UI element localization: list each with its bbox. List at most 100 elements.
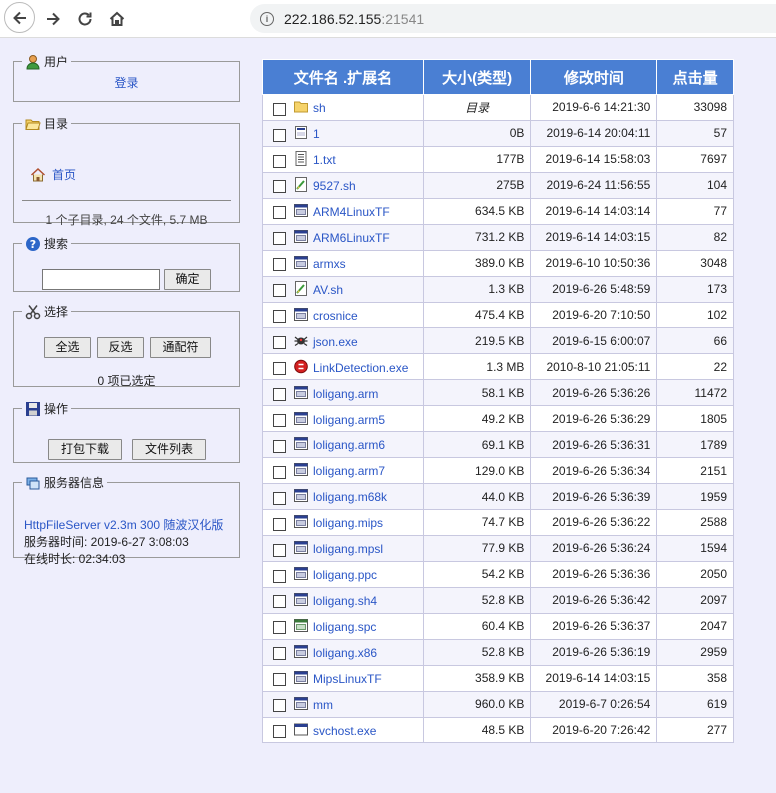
file-link[interactable]: svchost.exe bbox=[313, 724, 376, 738]
binary-icon bbox=[294, 307, 308, 322]
reload-button[interactable] bbox=[70, 4, 100, 34]
table-row: MipsLinuxTF 358.9 KB 2019-6-14 14:03:15 358 bbox=[262, 664, 734, 692]
file-link[interactable]: loligang.ppc bbox=[313, 568, 377, 582]
table-row: loligang.arm6 69.1 KB 2019-6-26 5:36:31 178… bbox=[262, 431, 734, 459]
home-link[interactable]: 首页 bbox=[52, 166, 76, 183]
home-link-row[interactable]: 首页 bbox=[30, 166, 76, 183]
row-checkbox[interactable] bbox=[273, 310, 286, 324]
file-link[interactable]: loligang.mpsl bbox=[313, 542, 383, 556]
row-checkbox[interactable] bbox=[273, 569, 286, 583]
modified-cell: 2019-6-24 11:56:55 bbox=[530, 171, 658, 199]
file-link[interactable]: crosnice bbox=[313, 309, 358, 323]
file-link[interactable]: loligang.arm5 bbox=[313, 413, 385, 427]
search-submit-button[interactable]: 确定 bbox=[164, 269, 211, 290]
row-checkbox[interactable] bbox=[273, 413, 286, 427]
server-time: 服务器时间: 2019-6-27 3:08:03 bbox=[24, 535, 189, 549]
file-link[interactable]: AV.sh bbox=[313, 283, 343, 297]
column-header-hits[interactable]: 点击量 bbox=[656, 59, 734, 95]
row-checkbox[interactable] bbox=[273, 258, 286, 272]
address-bar[interactable]: i 222.186.52.155:21541 bbox=[250, 4, 776, 33]
back-button[interactable] bbox=[4, 2, 35, 33]
table-row: loligang.x86 52.8 KB 2019-6-26 5:36:19 2959 bbox=[262, 638, 734, 666]
row-checkbox[interactable] bbox=[273, 336, 286, 350]
row-checkbox[interactable] bbox=[273, 439, 286, 453]
file-link[interactable]: loligang.arm6 bbox=[313, 438, 385, 452]
file-link[interactable]: ARM4LinuxTF bbox=[313, 205, 390, 219]
bug-icon bbox=[294, 333, 308, 348]
row-checkbox[interactable] bbox=[273, 491, 286, 505]
file-link[interactable]: armxs bbox=[313, 257, 346, 271]
row-checkbox[interactable] bbox=[273, 102, 286, 116]
server-version-link[interactable]: HttpFileServer v2.3m 300 随波汉化版 bbox=[24, 517, 223, 534]
name-cell: mm bbox=[262, 690, 424, 718]
size-cell: 44.0 KB bbox=[422, 483, 532, 510]
row-checkbox[interactable] bbox=[273, 362, 286, 375]
wildcard-select-button[interactable]: 通配符 bbox=[150, 337, 211, 358]
file-link[interactable]: loligang.spc bbox=[313, 620, 376, 634]
column-header-name[interactable]: 文件名 .扩展名 bbox=[262, 59, 424, 95]
modified-cell: 2019-6-20 7:26:42 bbox=[530, 716, 658, 744]
invert-selection-button[interactable]: 反选 bbox=[97, 337, 144, 358]
select-all-button[interactable]: 全选 bbox=[44, 337, 91, 358]
row-checkbox[interactable] bbox=[273, 154, 286, 168]
binary-icon bbox=[294, 592, 308, 607]
home-button[interactable] bbox=[102, 4, 132, 34]
url-host: 222.186.52.155 bbox=[284, 10, 382, 27]
row-checkbox[interactable] bbox=[273, 232, 286, 246]
row-checkbox[interactable] bbox=[273, 206, 286, 220]
file-link[interactable]: MipsLinuxTF bbox=[313, 672, 382, 686]
row-checkbox[interactable] bbox=[273, 180, 286, 194]
column-header-size[interactable]: 大小(类型) bbox=[422, 59, 532, 95]
column-header-modified[interactable]: 修改时间 bbox=[530, 59, 658, 95]
row-checkbox[interactable] bbox=[273, 725, 286, 739]
file-link[interactable]: loligang.sh4 bbox=[313, 594, 377, 608]
row-checkbox[interactable] bbox=[273, 595, 286, 609]
file-link[interactable]: 9527.sh bbox=[313, 179, 356, 193]
row-checkbox[interactable] bbox=[273, 128, 286, 142]
row-checkbox[interactable] bbox=[273, 647, 286, 661]
login-link[interactable]: 登录 bbox=[114, 76, 138, 90]
file-link[interactable]: LinkDetection.exe bbox=[313, 361, 408, 375]
table-row: loligang.m68k 44.0 KB 2019-6-26 5:36:39 195… bbox=[262, 483, 734, 510]
modified-cell: 2019-6-26 5:36:22 bbox=[530, 509, 658, 536]
download-zip-button[interactable]: 打包下载 bbox=[48, 439, 122, 460]
size-cell: 69.1 KB bbox=[422, 431, 532, 459]
file-link[interactable]: loligang.arm7 bbox=[313, 464, 385, 478]
modified-cell: 2019-6-26 5:36:24 bbox=[530, 534, 658, 562]
file-link[interactable]: loligang.mips bbox=[313, 516, 383, 530]
file-link[interactable]: loligang.x86 bbox=[313, 646, 377, 660]
arrow-left-icon bbox=[12, 11, 26, 24]
size-cell: 60.4 KB bbox=[422, 612, 532, 640]
size-cell: 358.9 KB bbox=[422, 664, 532, 692]
file-link[interactable]: loligang.arm bbox=[313, 387, 378, 401]
file-link[interactable]: mm bbox=[313, 698, 333, 712]
script-icon bbox=[294, 177, 308, 193]
modified-cell: 2019-6-26 5:36:19 bbox=[530, 638, 658, 666]
size-cell: 129.0 KB bbox=[422, 457, 532, 485]
forward-button[interactable] bbox=[38, 4, 68, 34]
size-cell: 58.1 KB bbox=[422, 379, 532, 407]
server-info-panel-legend: 服务器信息 bbox=[22, 474, 107, 491]
info-icon[interactable]: i bbox=[260, 11, 274, 26]
row-checkbox[interactable] bbox=[273, 621, 286, 635]
binary-icon bbox=[294, 411, 308, 426]
row-checkbox[interactable] bbox=[273, 284, 286, 298]
hits-cell: 277 bbox=[656, 716, 734, 744]
row-checkbox[interactable] bbox=[273, 465, 286, 479]
file-link[interactable]: loligang.m68k bbox=[313, 490, 387, 504]
table-row: ARM6LinuxTF 731.2 KB 2019-6-14 14:03:15 82 bbox=[262, 223, 734, 251]
file-list-button[interactable]: 文件列表 bbox=[132, 439, 206, 460]
file-link[interactable]: 1 bbox=[313, 127, 320, 141]
row-checkbox[interactable] bbox=[273, 387, 286, 401]
row-checkbox[interactable] bbox=[273, 699, 286, 713]
search-input[interactable] bbox=[42, 269, 160, 290]
file-link[interactable]: 1.txt bbox=[313, 153, 336, 167]
file-link[interactable]: sh bbox=[313, 101, 326, 115]
hits-cell: 2047 bbox=[656, 612, 734, 640]
binary-icon bbox=[294, 462, 308, 477]
file-link[interactable]: ARM6LinuxTF bbox=[313, 231, 390, 245]
file-link[interactable]: json.exe bbox=[313, 335, 358, 349]
row-checkbox[interactable] bbox=[273, 517, 286, 531]
row-checkbox[interactable] bbox=[273, 673, 286, 687]
row-checkbox[interactable] bbox=[273, 543, 286, 557]
